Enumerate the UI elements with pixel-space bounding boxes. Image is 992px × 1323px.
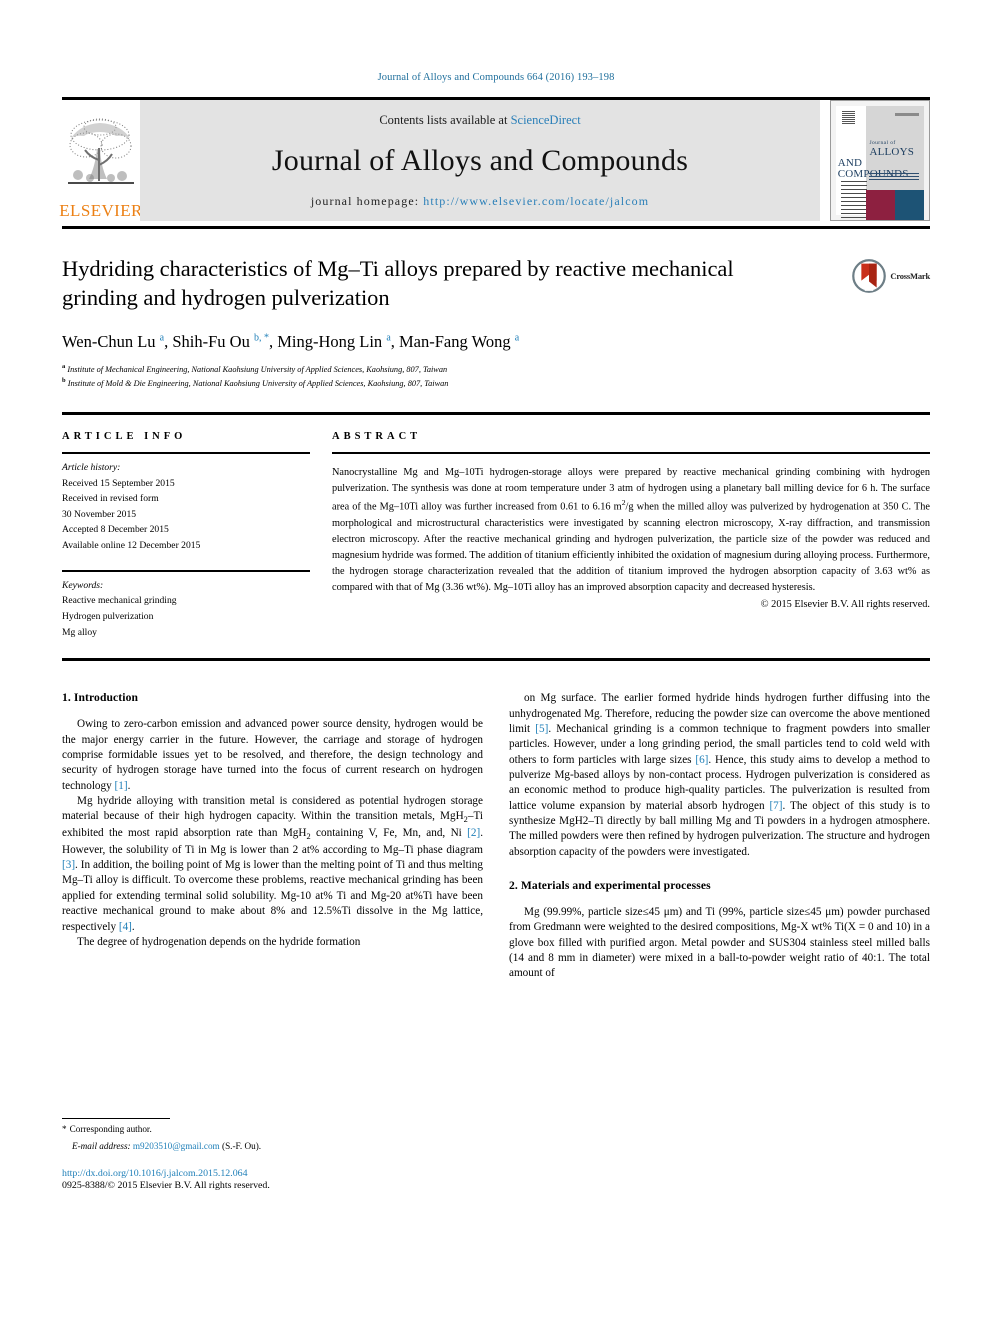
affiliation-list: a Institute of Mechanical Engineering, N… <box>62 362 930 390</box>
body-columns: 1. Introduction Owing to zero-carbon emi… <box>62 691 930 1191</box>
article-info-heading: ARTICLE INFO <box>62 430 187 442</box>
abstract-heading: ABSTRACT <box>332 430 422 442</box>
keyword-item: Reactive mechanical grinding <box>62 595 177 607</box>
affiliation-text: Institute of Mold & Die Engineering, Nat… <box>67 378 449 388</box>
keywords-label: Keywords: <box>62 579 104 591</box>
title-block: CrossMark Hydriding characteristics of M… <box>62 255 930 390</box>
footnote-block: * Corresponding author. E-mail address: m… <box>62 1110 483 1192</box>
info-abstract-panel: ARTICLE INFO Article history: Received 1… <box>62 415 930 640</box>
footnote-star: * <box>62 1123 67 1134</box>
history-item: Received in revised form <box>62 493 159 505</box>
cover-alloys: ALLOYS <box>869 146 915 158</box>
running-head-text: Journal of Alloys and Compounds 664 (201… <box>377 72 615 83</box>
abstract-text: Nanocrystalline Mg and Mg–10Ti hydrogen-… <box>332 466 930 594</box>
contents-prefix: Contents lists available at <box>379 113 511 127</box>
cover-issn-bar <box>895 113 919 116</box>
body-left-column: 1. Introduction Owing to zero-carbon emi… <box>62 691 483 1191</box>
abstract-copyright: © 2015 Elsevier B.V. All rights reserved… <box>760 598 930 610</box>
affiliation-item: b Institute of Mold & Die Engineering, N… <box>62 376 930 390</box>
affiliation-text: Institute of Mechanical Engineering, Nat… <box>67 364 448 374</box>
crossmark-badge[interactable]: CrossMark <box>852 259 930 293</box>
cover-subtitle-lines <box>869 171 919 180</box>
cover-qr-icon <box>842 111 855 124</box>
paragraph: Mg hydride alloying with transition meta… <box>62 794 483 933</box>
cover-inner: Journal of ALLOYS AND COMPOUNDS <box>836 106 924 220</box>
masthead-center: Contents lists available at ScienceDirec… <box>140 100 820 221</box>
journal-cover-thumbnail: Journal of ALLOYS AND COMPOUNDS <box>830 100 930 221</box>
history-item: Accepted 8 December 2015 <box>62 524 169 536</box>
email-label: E-mail address: <box>72 1141 131 1152</box>
panel-bottom-rule <box>62 658 930 662</box>
elsevier-wordmark: ELSEVIER <box>59 201 143 220</box>
paragraph: The degree of hydrogenation depends on t… <box>77 935 361 948</box>
section-heading-materials: 2. Materials and experimental processes <box>509 879 711 892</box>
author-list: Wen-Chun Lu a, Shih-Fu Ou b, *, Ming-Hon… <box>62 332 520 352</box>
journal-masthead: ELSEVIER Contents lists available at Sci… <box>59 97 930 221</box>
paragraph: on Mg surface. The earlier formed hydrid… <box>509 692 930 858</box>
journal-title: Journal of Alloys and Compounds <box>271 144 689 177</box>
homepage-label: journal homepage: <box>310 194 424 208</box>
abstract-rule <box>332 451 930 454</box>
article-info-column: ARTICLE INFO Article history: Received 1… <box>62 431 310 640</box>
affiliation-mark: b <box>62 376 66 384</box>
keyword-item: Hydrogen pulverization <box>62 610 154 622</box>
issn-copyright: 0925-8388/© 2015 Elsevier B.V. All right… <box>62 1180 270 1192</box>
email-link[interactable]: m9203510@gmail.com <box>133 1141 220 1151</box>
history-item: 30 November 2015 <box>62 508 137 520</box>
page-title: Hydriding characteristics of Mg–Ti alloy… <box>62 256 734 310</box>
cover-blue-block <box>894 190 924 220</box>
affiliation-item: a Institute of Mechanical Engineering, N… <box>62 362 930 376</box>
affiliation-mark: a <box>62 362 66 370</box>
abstract-column: ABSTRACT Nanocrystalline Mg and Mg–10Ti … <box>332 431 930 640</box>
journal-homepage-line: journal homepage: http://www.elsevier.co… <box>311 194 649 209</box>
doi-link[interactable]: http://dx.doi.org/10.1016/j.jalcom.2015.… <box>62 1168 483 1179</box>
elsevier-logo: ELSEVIER <box>59 100 143 221</box>
homepage-url-link[interactable]: http://www.elsevier.com/locate/jalcom <box>423 194 649 208</box>
footnote-rule <box>62 1117 170 1119</box>
keywords-block: Keywords: Reactive mechanical grinding H… <box>62 578 310 641</box>
article-history-label: Article history: <box>62 461 121 473</box>
email-attribution: (S.-F. Ou). <box>222 1141 262 1152</box>
corresponding-author-text: Corresponding author. <box>69 1123 152 1134</box>
keywords-rule <box>62 569 310 572</box>
paragraph: Owing to zero-carbon emission and advanc… <box>62 718 483 792</box>
masthead-bottom-rule <box>62 226 930 229</box>
cover-red-block <box>865 190 895 220</box>
paper-page: Journal of Alloys and Compounds 664 (201… <box>0 0 992 1323</box>
article-info-rule <box>62 451 310 454</box>
running-head: Journal of Alloys and Compounds 664 (201… <box>0 0 992 83</box>
article-history: Article history: Received 15 September 2… <box>62 460 310 554</box>
crossmark-icon <box>852 259 887 293</box>
corresponding-author-note: * Corresponding author. <box>62 1123 483 1137</box>
paragraph: Mg (99.99%, particle size≤45 μm) and Ti … <box>509 906 930 980</box>
body-right-column: on Mg surface. The earlier formed hydrid… <box>509 691 930 1191</box>
elsevier-tree-icon <box>68 118 134 184</box>
contents-list-line: Contents lists available at ScienceDirec… <box>379 113 580 128</box>
history-item: Available online 12 December 2015 <box>62 540 201 552</box>
cover-toc-lines <box>841 178 867 220</box>
crossmark-label: CrossMark <box>890 271 930 281</box>
keyword-item: Mg alloy <box>62 626 97 638</box>
sciencedirect-link[interactable]: ScienceDirect <box>511 113 581 127</box>
section-heading-introduction: 1. Introduction <box>62 691 139 705</box>
history-item: Received 15 September 2015 <box>62 477 175 489</box>
email-note: E-mail address: m9203510@gmail.com (S.-F… <box>62 1140 483 1154</box>
